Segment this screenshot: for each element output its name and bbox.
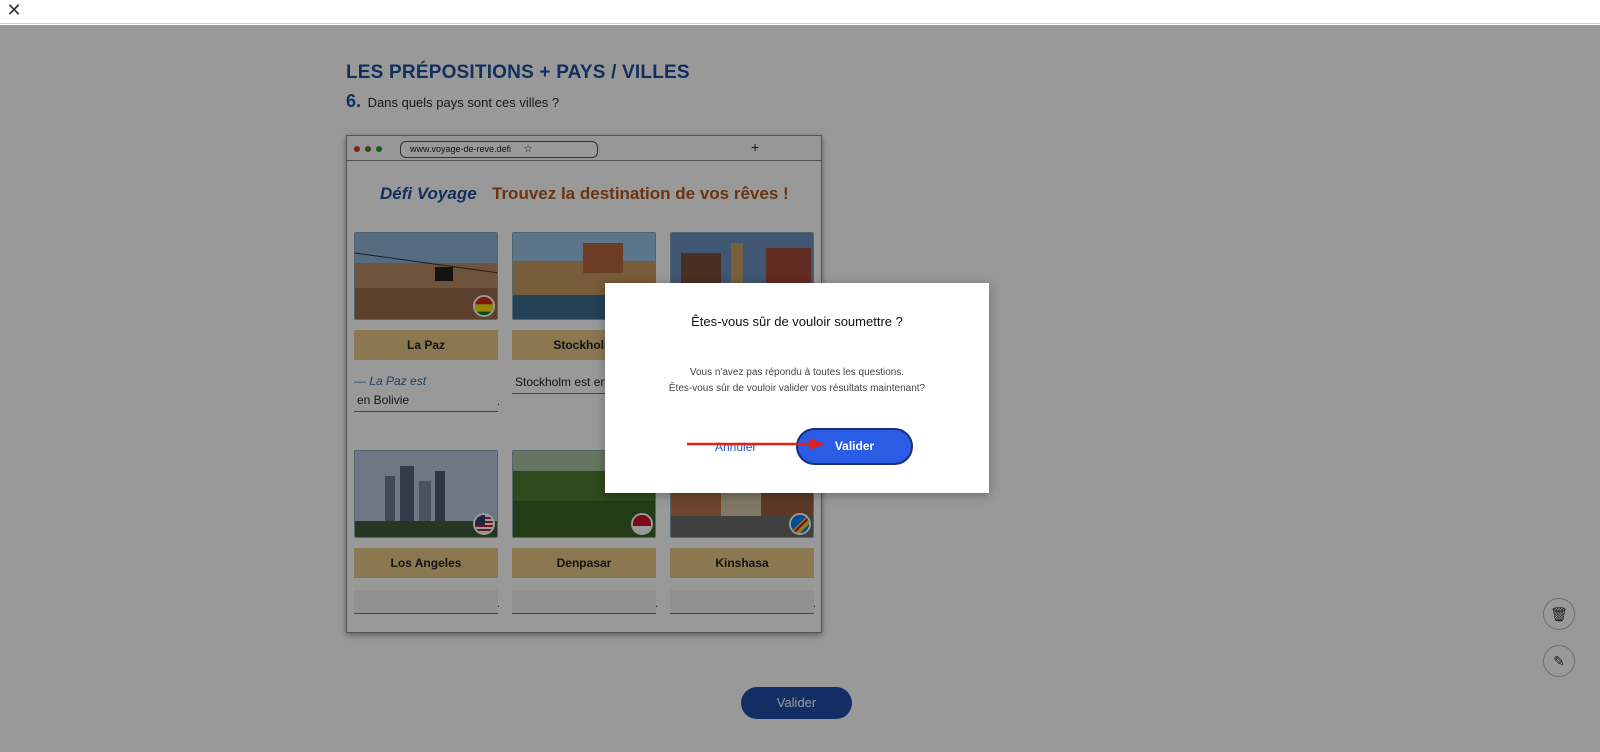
- close-icon[interactable]: ✕: [4, 1, 24, 21]
- confirm-dialog: Êtes-vous sûr de vouloir soumettre ? Vou…: [605, 283, 989, 493]
- annotation-arrow-icon: [687, 438, 825, 450]
- top-bar: ✕: [0, 0, 1600, 24]
- dialog-title: Êtes-vous sûr de vouloir soumettre ?: [691, 314, 903, 329]
- dialog-message-line2: Êtes-vous sûr de vouloir valider vos rés…: [668, 383, 926, 394]
- dialog-message-line1: Vous n'avez pas répondu à toutes les que…: [689, 367, 905, 378]
